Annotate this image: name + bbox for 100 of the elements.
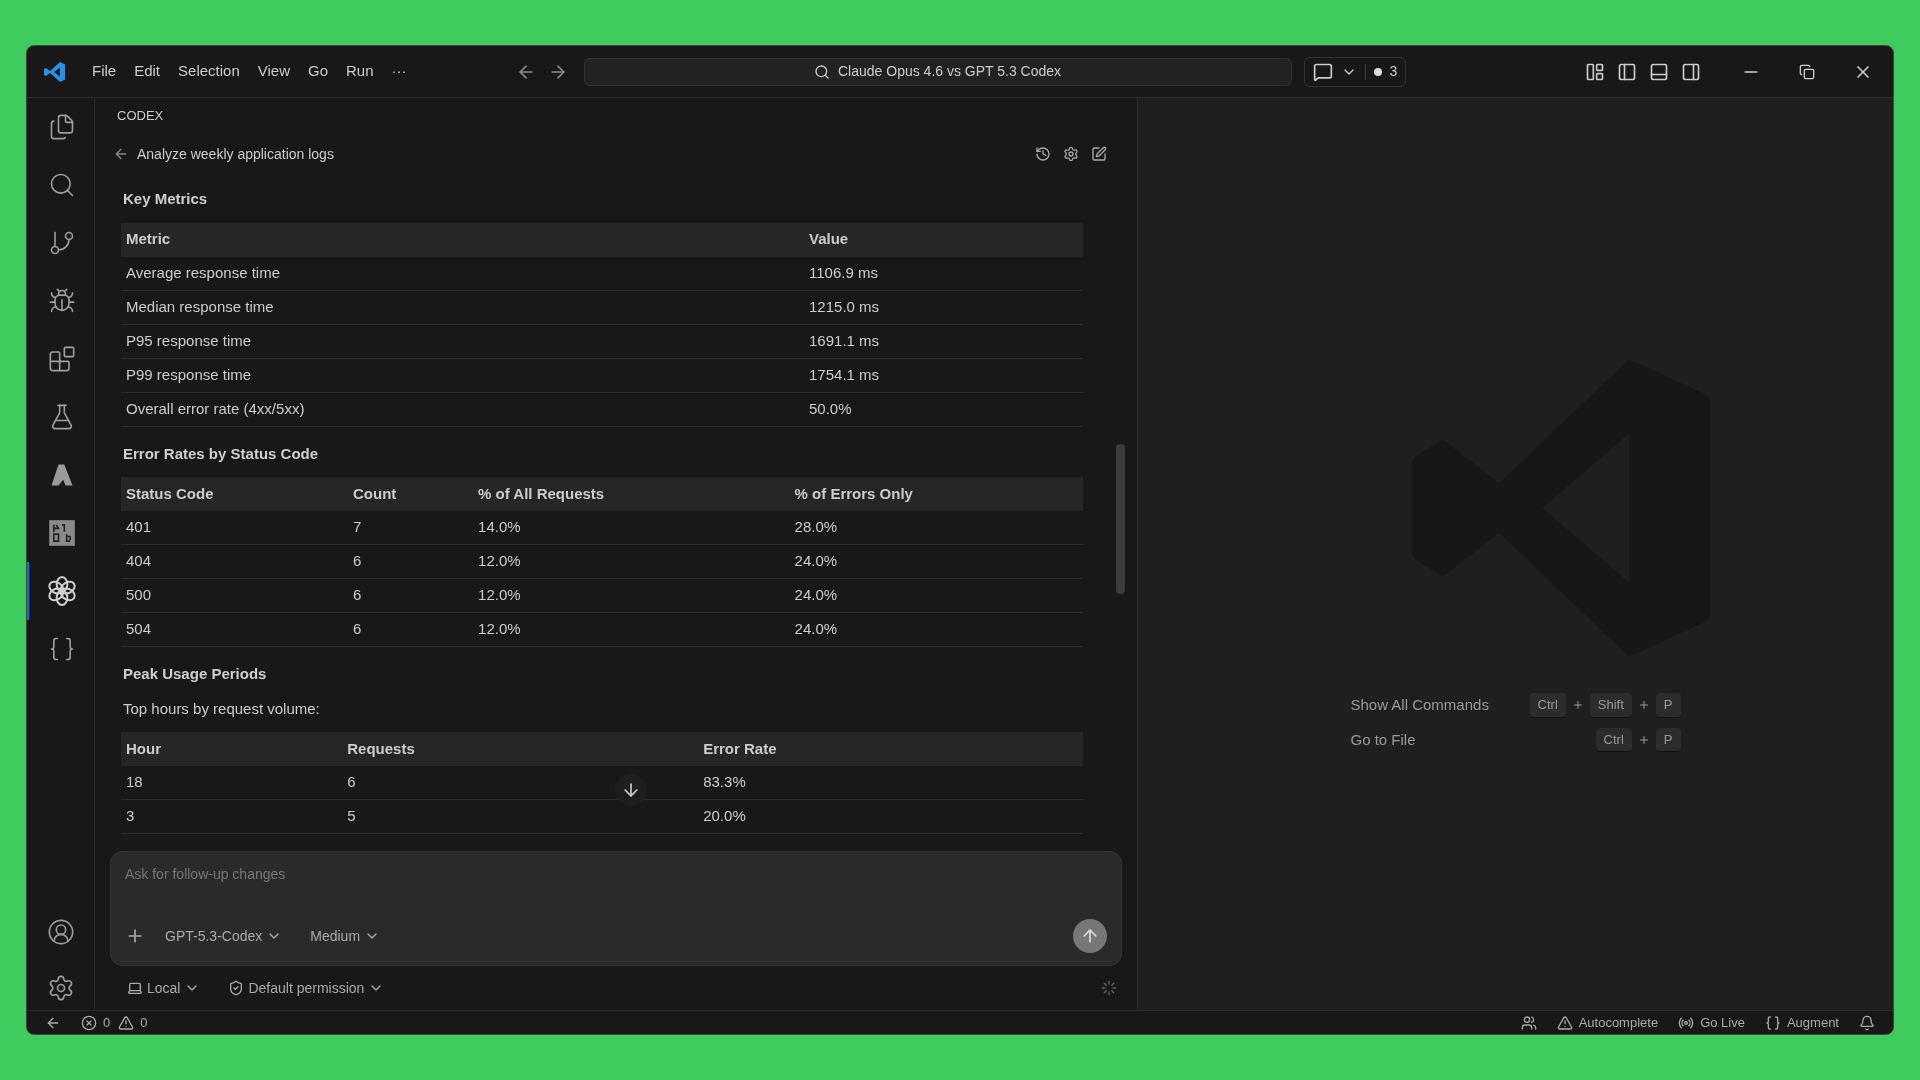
bug-icon[interactable] (47, 287, 76, 315)
section-heading: Error Rates by Status Code (122, 443, 320, 464)
table-cell: Overall error rate (4xx/5xx) (126, 399, 305, 417)
scrollbar-thumb[interactable] (1116, 444, 1125, 594)
people-icon[interactable] (1520, 1014, 1537, 1031)
menu-item[interactable]: Selection (169, 60, 249, 83)
settings-icon[interactable] (1063, 146, 1079, 162)
back-icon[interactable] (113, 146, 129, 162)
table-cell: Average response time (126, 263, 280, 281)
intro-text: Top hours by request volume: (122, 698, 321, 719)
thread-title: Analyze weekly application logs (137, 144, 334, 164)
table-cell: 6 (347, 773, 356, 791)
table-cell: 504 (126, 620, 152, 638)
keyboard-key: Shift (1589, 693, 1632, 718)
blocks-icon[interactable] (47, 345, 76, 373)
table-cell: 28.0% (794, 518, 838, 536)
table-cell: 1754.1 ms (809, 365, 880, 383)
section-heading: Peak Usage Periods (122, 664, 268, 684)
square-logo-icon[interactable] (47, 519, 76, 547)
spinner-icon (1101, 980, 1117, 996)
column-header: Value (809, 230, 849, 248)
bell-icon[interactable] (1859, 1014, 1875, 1031)
table-cell: 6 (353, 586, 362, 604)
table-cell: 6 (353, 620, 362, 638)
panel-title: CODEX (117, 107, 164, 126)
table-cell: 20.0% (703, 807, 746, 825)
table-cell: 12.0% (478, 552, 521, 570)
welcome-command[interactable]: Show All Commands (1350, 694, 1489, 717)
column-header: Hour (126, 739, 161, 757)
error-icon (81, 1014, 97, 1031)
status-text[interactable]: Autocomplete (1578, 1012, 1659, 1033)
shield-icon (228, 980, 245, 996)
status-text[interactable]: Augment (1786, 1012, 1839, 1033)
restore-icon[interactable] (1799, 63, 1815, 80)
table-cell: Median response time (126, 297, 274, 315)
sidebar-toggle-icon[interactable] (1617, 61, 1637, 82)
table-cell: 404 (126, 552, 152, 570)
table-cell: 24.0% (794, 620, 838, 638)
table-cell: P95 response time (126, 331, 252, 349)
menu-item[interactable]: Go (299, 60, 337, 83)
new-chat-icon[interactable] (1091, 146, 1107, 162)
table-cell: 14.0% (478, 518, 521, 536)
app-logo-icon (43, 59, 67, 84)
keyboard-key: Ctrl (1529, 693, 1566, 718)
plus-icon (1637, 699, 1650, 712)
command-center-text: Claude Opus 4.6 vs GPT 5.3 Codex (838, 62, 1062, 81)
status-text[interactable]: 0 (140, 1012, 148, 1033)
send-button[interactable] (1073, 919, 1107, 953)
menu-item[interactable]: File (83, 60, 126, 83)
column-header: Metric (126, 230, 171, 248)
column-header: Status Code (126, 484, 214, 502)
scroll-down-button[interactable] (615, 774, 647, 806)
column-header: % of All Requests (478, 484, 605, 502)
account-icon[interactable] (46, 918, 75, 946)
plus-icon (1571, 699, 1584, 712)
table-cell: 24.0% (794, 586, 838, 604)
history-icon[interactable] (1035, 146, 1051, 162)
layout-icon[interactable] (1585, 61, 1605, 82)
welcome-command[interactable]: Go to File (1350, 728, 1416, 751)
table-cell: 1106.9 ms (809, 263, 878, 281)
warning-icon (1556, 1014, 1573, 1031)
table-cell: 1691.1 ms (809, 331, 880, 349)
permission-dropdown[interactable]: Default permission (228, 977, 385, 999)
search-icon (814, 63, 830, 80)
table-cell: 6 (353, 552, 362, 570)
panel-toggle-icon[interactable] (1649, 61, 1669, 82)
keyboard-key: P (1655, 693, 1681, 718)
table-cell: 12.0% (478, 586, 521, 604)
model-dropdown[interactable]: GPT-5.3-Codex (165, 925, 283, 947)
plus-icon (1637, 733, 1650, 746)
table-cell: 24.0% (794, 552, 838, 570)
warning-icon (118, 1014, 135, 1031)
menu-item[interactable]: View (248, 60, 299, 83)
keyboard-key: P (1655, 727, 1681, 752)
message-input[interactable]: Ask for follow-up changes (125, 864, 1107, 885)
menu-item[interactable]: ··· (382, 60, 416, 83)
badge-count: 3 (1389, 62, 1398, 81)
table-cell: 12.0% (478, 620, 521, 638)
table-cell: 83.3% (703, 773, 746, 791)
chat-control[interactable]: 3 (1303, 56, 1407, 87)
column-header: Requests (347, 739, 415, 757)
table-cell: 500 (126, 586, 152, 604)
laptop-icon (127, 980, 143, 996)
location-dropdown[interactable]: Local (127, 977, 201, 999)
knot-logo-icon[interactable] (45, 575, 78, 607)
table-cell: 401 (126, 518, 152, 536)
table-cell: 7 (353, 518, 362, 536)
table-cell: P99 response time (126, 365, 252, 383)
keyboard-key: Ctrl (1595, 727, 1632, 752)
effort-dropdown[interactable]: Medium (310, 925, 381, 947)
column-header: Count (353, 484, 397, 502)
secondary-sidebar-icon[interactable] (1681, 61, 1701, 82)
status-text[interactable]: 0 (103, 1012, 111, 1033)
column-header: % of Errors Only (794, 484, 913, 502)
table-cell: 18 (126, 773, 143, 791)
status-text[interactable]: Go Live (1700, 1012, 1745, 1033)
command-center[interactable]: Claude Opus 4.6 vs GPT 5.3 Codex (583, 57, 1292, 86)
menu-item[interactable]: Run (337, 60, 383, 83)
menu-item[interactable]: Edit (125, 60, 170, 83)
chat-icon[interactable] (1312, 61, 1333, 82)
